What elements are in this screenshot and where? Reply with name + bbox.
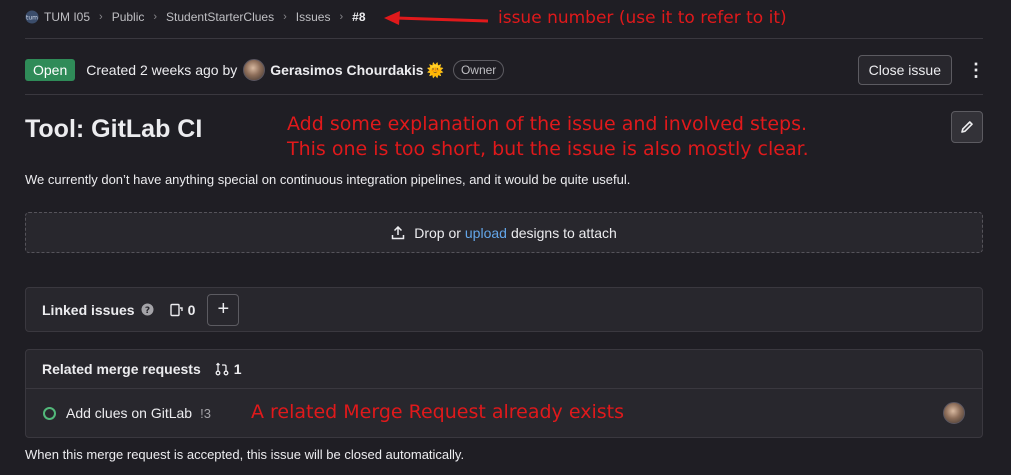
breadcrumb-item-group[interactable]: TUM I05: [44, 10, 90, 24]
open-status-icon: [43, 406, 56, 420]
dropzone-suffix: designs to attach: [510, 224, 617, 241]
breadcrumb-separator: ›: [339, 11, 344, 23]
annotation-description: Add some explanation of the issue and in…: [287, 112, 809, 162]
breadcrumb-item-subgroup[interactable]: Public: [112, 10, 145, 24]
breadcrumb-item-current[interactable]: #8: [352, 10, 365, 24]
related-merge-requests-header: Related merge requests 1: [26, 350, 982, 389]
edit-title-button[interactable]: [951, 111, 983, 143]
assignee-avatar[interactable]: [943, 402, 965, 424]
related-merge-requests-count: 1: [233, 361, 242, 377]
upload-link[interactable]: upload: [465, 225, 507, 241]
issue-title: Tool: GitLab CI: [25, 115, 203, 143]
issue-description: We currently don’t have anything special…: [25, 172, 631, 187]
related-merge-requests-label: Related merge requests: [42, 361, 201, 377]
pencil-icon: [961, 121, 973, 133]
annotation-issue-number: issue number (use it to refer to it): [498, 8, 787, 28]
add-linked-issue-button[interactable]: +: [207, 293, 240, 326]
status-badge: Open: [25, 59, 76, 81]
svg-text:tum: tum: [26, 15, 38, 22]
svg-text:?: ?: [144, 306, 149, 316]
linked-issues-card: Linked issues ? 0 +: [25, 287, 983, 332]
role-badge: Owner: [452, 60, 505, 80]
design-dropzone[interactable]: Drop or upload designs to attach: [25, 212, 983, 253]
author-link[interactable]: Gerasimos Chourdakis: [270, 62, 423, 78]
divider: [25, 38, 983, 39]
group-avatar-icon: tum: [25, 10, 39, 24]
merge-request-icon: [215, 362, 229, 376]
breadcrumb: tum TUM I05 › Public › StudentStarterClu…: [25, 8, 366, 26]
breadcrumb-separator: ›: [153, 11, 158, 23]
author-avatar[interactable]: [243, 59, 266, 81]
breadcrumb-item-issues[interactable]: Issues: [296, 10, 331, 24]
annotation-description-line: Add some explanation of the issue and in…: [287, 113, 808, 135]
upload-icon: [391, 225, 405, 240]
breadcrumb-separator: ›: [283, 11, 287, 23]
sun-emoji-icon: 🌞: [426, 61, 444, 78]
annotation-description-line: This one is too short, but the issue is …: [287, 138, 809, 160]
close-issue-button[interactable]: Close issue: [857, 55, 952, 85]
dropzone-prefix: Drop or: [414, 224, 461, 241]
created-text: Created 2 weeks ago by: [86, 62, 238, 78]
breadcrumb-separator: ›: [99, 11, 103, 23]
issues-icon: [169, 303, 183, 317]
annotation-arrow-icon: [384, 11, 489, 25]
linked-issues-label: Linked issues: [42, 301, 135, 318]
merge-request-title[interactable]: Add clues on GitLab: [66, 405, 192, 421]
auto-close-note: When this merge request is accepted, thi…: [25, 447, 465, 462]
kebab-menu-icon[interactable]: ⋮: [967, 60, 985, 81]
question-icon[interactable]: ?: [141, 303, 154, 316]
merge-request-ref: !3: [200, 405, 211, 421]
divider: [25, 94, 983, 95]
linked-issues-count: 0: [187, 301, 196, 318]
annotation-merge-request: A related Merge Request already exists: [251, 401, 624, 423]
issue-header: Open Created 2 weeks ago by Gerasimos Ch…: [25, 55, 985, 85]
related-merge-requests-card: Related merge requests 1 Add clues on Gi…: [25, 349, 983, 438]
breadcrumb-item-project[interactable]: StudentStarterClues: [166, 10, 274, 24]
